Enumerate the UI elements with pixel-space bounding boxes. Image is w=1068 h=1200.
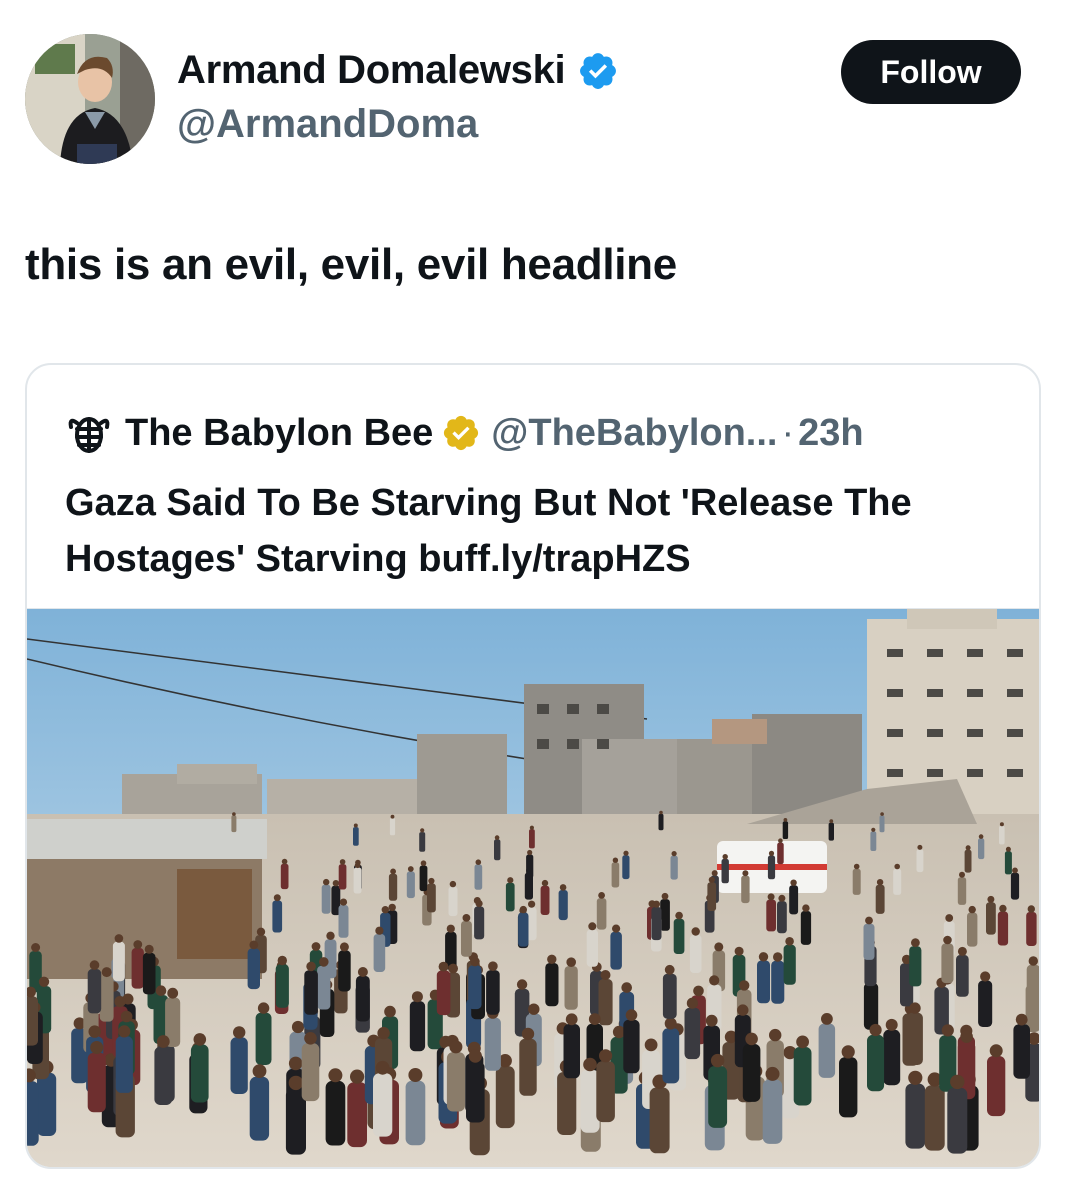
verified-blue-check-icon <box>577 50 619 92</box>
quoted-author-handle[interactable]: @TheBabylon... <box>491 412 777 455</box>
news-photo[interactable] <box>27 608 1039 1167</box>
quoted-tweet-text: Gaza Said To Be Starving But Not 'Releas… <box>65 482 912 580</box>
author-name-text[interactable]: Armand Domalewski <box>177 48 566 93</box>
avatar[interactable] <box>25 34 155 164</box>
separator-dot: · <box>781 411 795 454</box>
author-name[interactable]: Armand Domalewski <box>177 48 619 93</box>
quoted-tweet-header: The Babylon Bee @TheBabylon... · 23h <box>65 405 864 461</box>
tweet-text: this is an evil, evil, evil headline <box>25 240 677 289</box>
quoted-tweet-time[interactable]: 23h <box>798 412 863 455</box>
follow-button[interactable]: Follow <box>841 40 1021 104</box>
author-handle[interactable]: @ArmandDoma <box>177 102 478 147</box>
verified-gold-check-icon <box>441 413 481 453</box>
quoted-tweet-card[interactable]: The Babylon Bee @TheBabylon... · 23h Gaz… <box>25 363 1041 1169</box>
babylon-bee-logo-icon[interactable] <box>65 409 113 457</box>
quoted-author-name[interactable]: The Babylon Bee <box>125 412 433 455</box>
